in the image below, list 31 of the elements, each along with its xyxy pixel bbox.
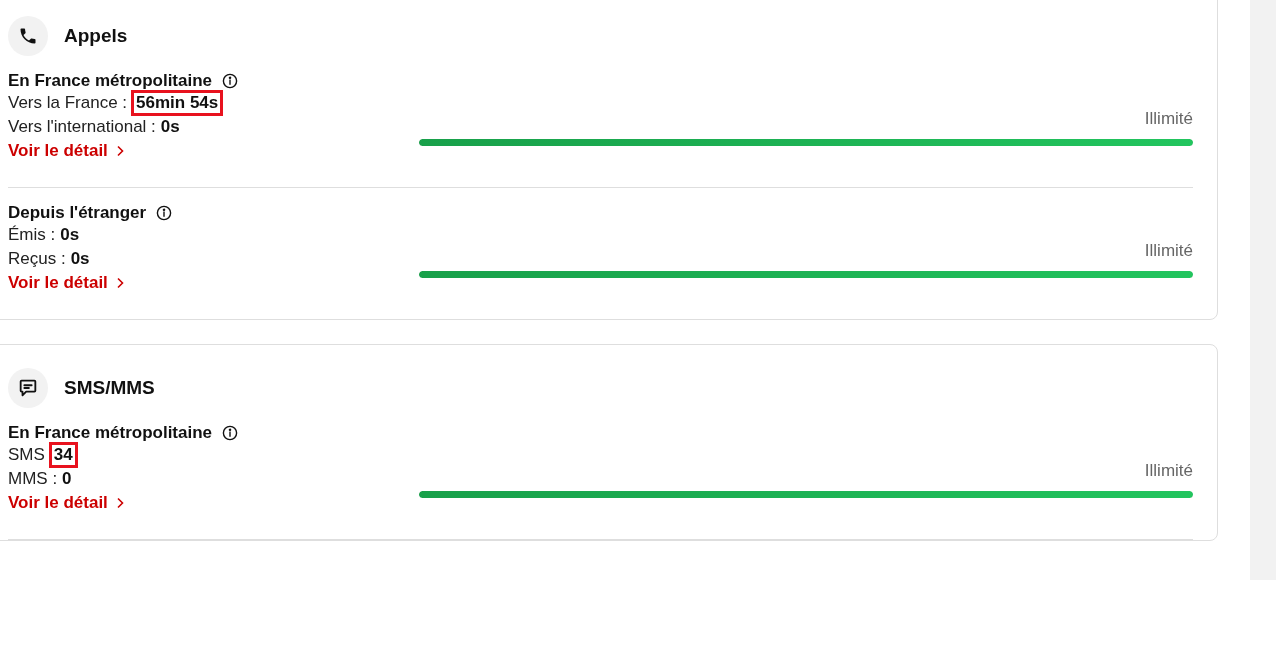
info-icon[interactable] (156, 205, 173, 221)
limit-text: Illimité (1144, 239, 1193, 262)
limit-text: Illimité (1144, 107, 1193, 130)
usage-label: Reçus : (8, 248, 66, 271)
chevron-right-icon (115, 145, 124, 157)
usage-value: 0s (60, 224, 80, 247)
detail-link[interactable]: Voir le détail (8, 271, 124, 295)
detail-link[interactable]: Voir le détail (8, 491, 124, 515)
usage-value: 0s (160, 116, 180, 139)
row-title: En France métropolitaine (8, 70, 213, 93)
message-icon (17, 377, 39, 399)
usage-value: 0 (62, 468, 72, 491)
limit-text: Illimité (1144, 459, 1193, 482)
row-title: En France métropolitaine (8, 422, 213, 445)
info-icon[interactable] (222, 73, 239, 89)
usage-value: 56min 54s (131, 90, 224, 116)
phone-icon (18, 26, 38, 46)
chevron-right-icon (115, 277, 124, 289)
detail-link[interactable]: Voir le détail (8, 139, 124, 163)
usage-label: Vers l'international : (8, 116, 156, 139)
usage-label: MMS : (8, 468, 58, 491)
usage-label: SMS (8, 444, 45, 467)
usage-value: 34 (48, 442, 78, 468)
chevron-right-icon (115, 497, 124, 509)
info-icon[interactable] (222, 425, 239, 441)
section-title: Appels (64, 23, 128, 48)
section-title: SMS/MMS (64, 375, 155, 400)
usage-value: 0s (70, 248, 90, 271)
usage-label: Vers la France : (8, 92, 128, 115)
row-title: Depuis l'étranger (8, 202, 147, 225)
usage-label: Émis : (8, 224, 56, 247)
